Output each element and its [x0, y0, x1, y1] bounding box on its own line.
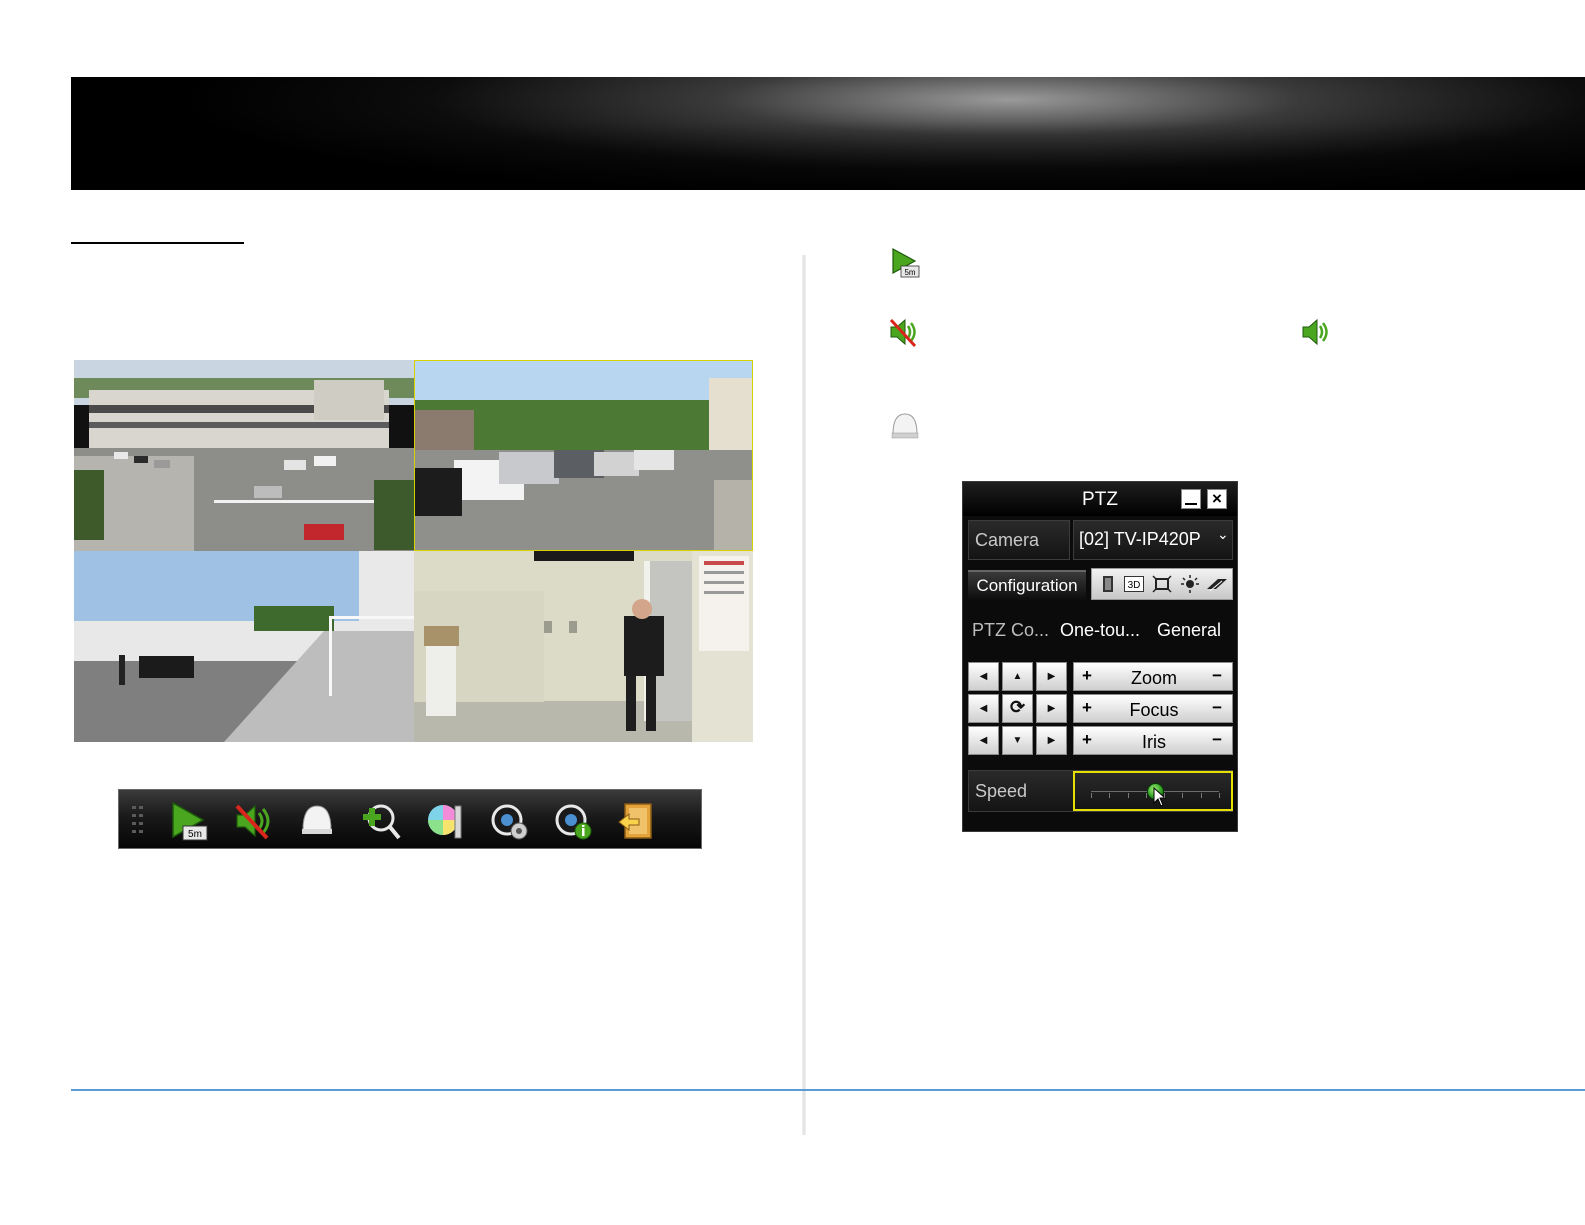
speed-slider-tick [1219, 793, 1220, 798]
mute-legend-icon [887, 316, 919, 348]
tab-one-touch[interactable]: One-tou... [1060, 620, 1140, 641]
pan-left-button[interactable]: ◀ [968, 694, 999, 723]
speed-slider-tick [1182, 793, 1184, 798]
ptz-panel: PTZ × Camera [02] TV-IP420P ⌄ Configurat… [962, 481, 1238, 832]
zoom-out-button[interactable]: − [1212, 666, 1222, 686]
audio-on-legend-icon [1299, 316, 1331, 348]
tilt-up-button[interactable]: ▲ [1002, 662, 1033, 691]
auto-scan-icon[interactable] [1206, 575, 1227, 593]
light-icon[interactable] [1180, 575, 1200, 593]
camera-feed-4[interactable] [414, 551, 753, 742]
color-wheel-icon [428, 805, 462, 839]
pan-down-right-button[interactable]: ▶ [1036, 726, 1067, 755]
live-view-strategy-button[interactable] [487, 800, 531, 842]
configuration-button[interactable]: Configuration [968, 570, 1086, 600]
zoom-label: Zoom [1130, 668, 1177, 688]
exit-door-icon [618, 803, 652, 839]
pan-down-left-button[interactable]: ◀ [968, 726, 999, 755]
page-column-divider [802, 255, 806, 1135]
pan-up-right-button[interactable]: ▶ [1036, 662, 1067, 691]
focus-far-button[interactable]: − [1212, 698, 1222, 718]
pan-up-left-button[interactable]: ◀ [968, 662, 999, 691]
info-icon [555, 804, 592, 840]
close-live-view-button[interactable] [615, 800, 659, 842]
zoom-control: + Zoom − [1073, 662, 1233, 691]
center-frame-icon[interactable] [1152, 575, 1172, 593]
image-settings-button[interactable] [423, 800, 467, 842]
section-title-underline [71, 242, 244, 244]
tilt-down-button[interactable]: ▼ [1002, 726, 1033, 755]
information-button[interactable] [551, 800, 595, 842]
playback-badge: 5m [188, 829, 202, 840]
instant-playback-legend-icon: 5m [889, 247, 921, 279]
ptz-panel-header: PTZ × [963, 482, 1237, 516]
speed-slider-tick [1109, 793, 1111, 798]
header-banner [71, 77, 1585, 190]
ptz-function-strip: 3D [1091, 568, 1233, 600]
ptz-control-button[interactable] [295, 800, 339, 842]
close-button[interactable]: × [1207, 489, 1227, 509]
settings-gear-icon [491, 804, 528, 840]
play-icon: 5m [172, 801, 208, 841]
3d-icon-text: 3D [1128, 580, 1141, 591]
iris-control: + Iris − [1073, 726, 1233, 755]
auto-rotate-button[interactable]: ⟳ [1002, 694, 1033, 723]
speed-slider[interactable] [1073, 771, 1233, 811]
3d-positioning-icon[interactable]: 3D [1124, 575, 1144, 593]
camera-feed-1[interactable] [74, 360, 414, 551]
footer-rule [71, 1089, 1585, 1091]
camera-label: Camera [975, 530, 1040, 550]
legend-playback-badge: 5m [904, 268, 915, 277]
iris-label: Iris [1142, 732, 1166, 752]
mute-icon [235, 804, 270, 840]
zoom-icon [363, 804, 401, 840]
speed-slider-tick [1091, 793, 1092, 798]
speed-label: Speed [975, 781, 1028, 801]
digital-zoom-button[interactable] [359, 800, 403, 842]
mute-button[interactable] [231, 800, 275, 842]
dome-camera-icon [302, 805, 332, 834]
wiper-icon[interactable] [1098, 575, 1118, 593]
speed-slider-tick [1200, 793, 1202, 798]
speed-slider-tick [1145, 793, 1147, 798]
pan-right-button[interactable]: ▶ [1036, 694, 1067, 723]
tab-ptz-control[interactable]: PTZ Co... [972, 620, 1049, 641]
chevron-down-icon: ⌄ [1217, 526, 1229, 542]
live-view-toolbar: 5m [118, 789, 702, 849]
iris-close-button[interactable]: − [1212, 730, 1222, 750]
speed-slider-tick [1127, 793, 1129, 798]
ptz-dome-legend-icon [889, 410, 921, 442]
focus-control: + Focus − [1073, 694, 1233, 723]
toolbar-drag-handle[interactable] [131, 804, 145, 838]
focus-label: Focus [1129, 700, 1179, 720]
camera-feed-3[interactable] [74, 551, 414, 742]
instant-playback-button[interactable]: 5m [167, 800, 211, 842]
live-view-grid [74, 360, 753, 742]
camera-feed-2[interactable] [414, 360, 753, 551]
tab-general[interactable]: General [1157, 620, 1221, 641]
camera-select-value: [02] TV-IP420P [1079, 529, 1201, 549]
speed-slider-tick [1164, 793, 1166, 798]
minimize-button[interactable] [1181, 489, 1201, 509]
